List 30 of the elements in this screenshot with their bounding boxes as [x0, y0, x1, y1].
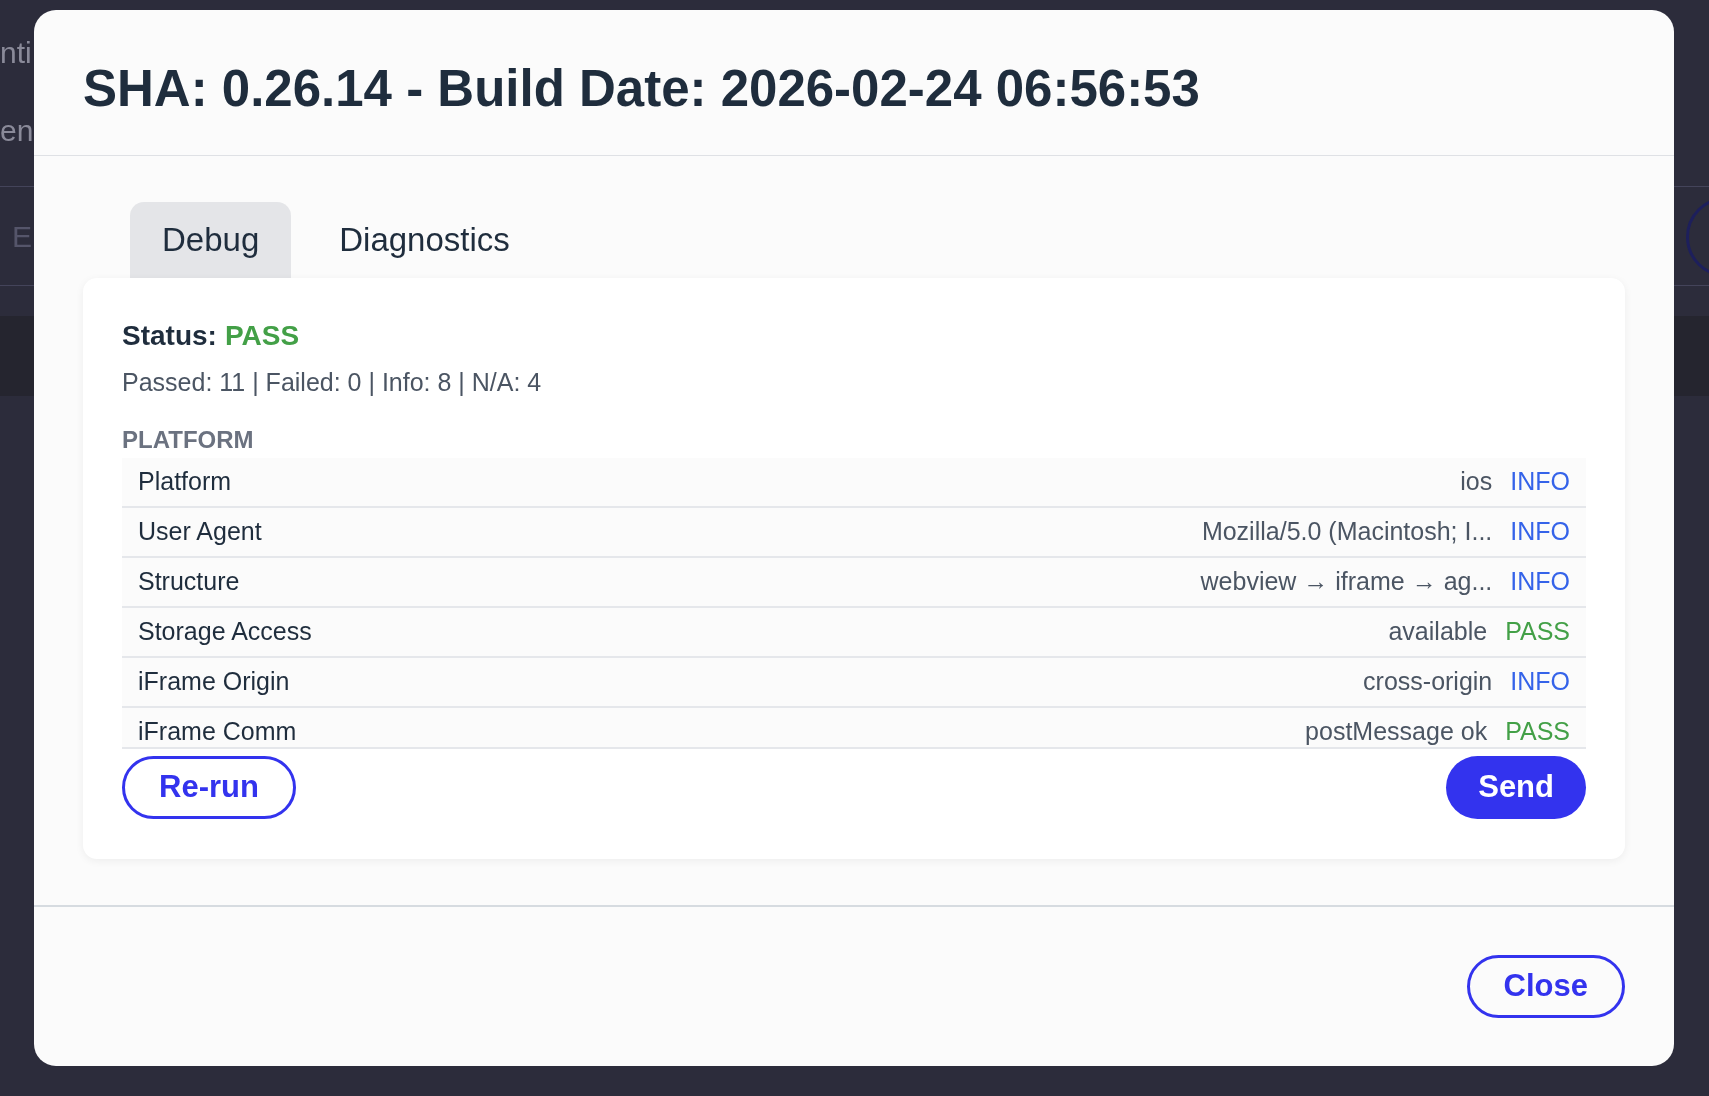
status-value: PASS — [224, 322, 300, 350]
check-name: User Agent — [138, 516, 262, 548]
check-name: Structure — [138, 566, 240, 598]
summary-text: Passed: 11 | Failed: 0 | Info: 8 | N/A: 4 — [122, 370, 543, 395]
check-value: webview → iframe → ag... — [1200, 566, 1493, 598]
tab[interactable]: Debug — [130, 202, 292, 278]
check-result: PASS — [1505, 716, 1570, 747]
check-name: iFrame Comm — [138, 716, 297, 747]
send-button[interactable]: Send — [1446, 756, 1586, 819]
section-heading: PLATFORM — [122, 428, 255, 452]
close-button[interactable]: Close — [1466, 955, 1625, 1018]
tab[interactable]: Diagnostics — [291, 202, 558, 278]
dialog-title: SHA: 0.26.14 - Build Date: 2026-02-24 06:56:53 — [83, 59, 1200, 120]
status-label: Status: — [122, 322, 217, 350]
check-value: postMessage ok — [1305, 716, 1488, 747]
page-subheading: en — [0, 116, 35, 146]
check-value: ios — [1460, 466, 1493, 498]
rerun-button[interactable]: Re-run — [122, 756, 296, 819]
check-name: Platform — [138, 466, 232, 498]
check-result: INFO — [1510, 566, 1570, 598]
check-value: cross-origin — [1363, 666, 1493, 698]
page-heading: nti — [0, 38, 33, 68]
check-name: iFrame Origin — [138, 666, 290, 698]
check-value: available — [1388, 616, 1488, 648]
check-result: INFO — [1510, 466, 1570, 498]
check-result: PASS — [1505, 616, 1570, 648]
check-name: Storage Access — [138, 616, 312, 648]
check-result: INFO — [1510, 516, 1570, 548]
check-result: INFO — [1510, 666, 1570, 698]
check-value: Mozilla/5.0 (Macintosh; I... — [1201, 516, 1493, 548]
